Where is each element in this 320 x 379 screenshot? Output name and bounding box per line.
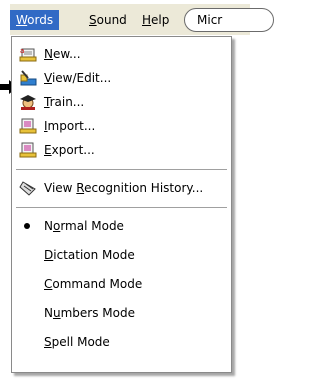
view-edit-label: iew/Edit...: [51, 71, 112, 85]
export-accel: E: [44, 143, 52, 157]
view-edit-icon: [20, 70, 37, 86]
import-label: mport...: [47, 119, 96, 133]
menu-item-dictation-mode[interactable]: Dictation Mode: [12, 243, 231, 267]
menu-item-view-edit[interactable]: View/Edit...: [12, 66, 231, 90]
menu-words[interactable]: Words: [10, 10, 60, 30]
numbers-mode-label-pre: N: [44, 306, 53, 320]
menu-separator: [16, 169, 227, 171]
menu-item-train[interactable]: Train...: [12, 90, 231, 114]
words-dropdown-menu: a New... View/Edit... Train... Import...: [11, 36, 232, 373]
menu-sound[interactable]: Sound: [83, 10, 133, 30]
menu-sound-label: ound: [96, 13, 127, 27]
recognition-history-accel: R: [76, 181, 85, 195]
spell-mode-accel: S: [44, 335, 52, 349]
new-accel: N: [44, 47, 53, 61]
menu-item-import[interactable]: Import...: [12, 114, 231, 138]
import-icon: [19, 118, 37, 134]
svg-text:a: a: [20, 47, 24, 55]
menu-item-command-mode[interactable]: Command Mode: [12, 272, 231, 296]
menu-words-accel: W: [16, 13, 28, 27]
menu-help[interactable]: Help: [136, 10, 175, 30]
spell-mode-label: pell Mode: [51, 335, 110, 349]
train-icon: [20, 95, 36, 110]
menu-item-normal-mode[interactable]: Normal Mode: [12, 214, 231, 238]
menu-bar: Words Sound Help Micr: [10, 4, 274, 35]
menu-item-numbers-mode[interactable]: Numbers Mode: [12, 301, 231, 325]
new-icon: a: [19, 47, 37, 62]
recognition-history-icon: [19, 181, 36, 196]
dictation-mode-accel: D: [44, 248, 54, 262]
microphone-label: Micr: [197, 13, 223, 27]
menu-item-recognition-history[interactable]: View Recognition History...: [12, 176, 231, 200]
menu-item-export[interactable]: Export...: [12, 138, 231, 162]
dictation-mode-label: ictation Mode: [53, 248, 135, 262]
menu-item-new[interactable]: a New...: [12, 42, 231, 66]
recognition-history-label: ecognition History...: [84, 181, 204, 195]
menu-words-label: ords: [27, 13, 54, 27]
menu-sound-accel: S: [89, 13, 97, 27]
menu-help-accel: H: [142, 13, 152, 27]
normal-mode-label-pre: N: [44, 219, 53, 233]
recognition-history-label-pre: View: [44, 181, 77, 195]
export-label: xport...: [51, 143, 95, 157]
numbers-mode-accel: u: [52, 306, 61, 320]
view-edit-accel: V: [44, 71, 52, 85]
export-icon: [19, 142, 37, 158]
numbers-mode-label: mbers Mode: [60, 306, 135, 320]
normal-mode-label: rmal Mode: [60, 219, 124, 233]
command-mode-label: ommand Mode: [52, 277, 143, 291]
menu-item-spell-mode[interactable]: Spell Mode: [12, 330, 231, 354]
menu-separator: [16, 207, 227, 209]
selected-bullet-icon: [24, 223, 30, 229]
menu-help-label: elp: [151, 13, 170, 27]
new-label: ew...: [52, 47, 81, 61]
train-label: rain...: [49, 95, 85, 109]
microphone-button[interactable]: Micr: [184, 8, 274, 32]
